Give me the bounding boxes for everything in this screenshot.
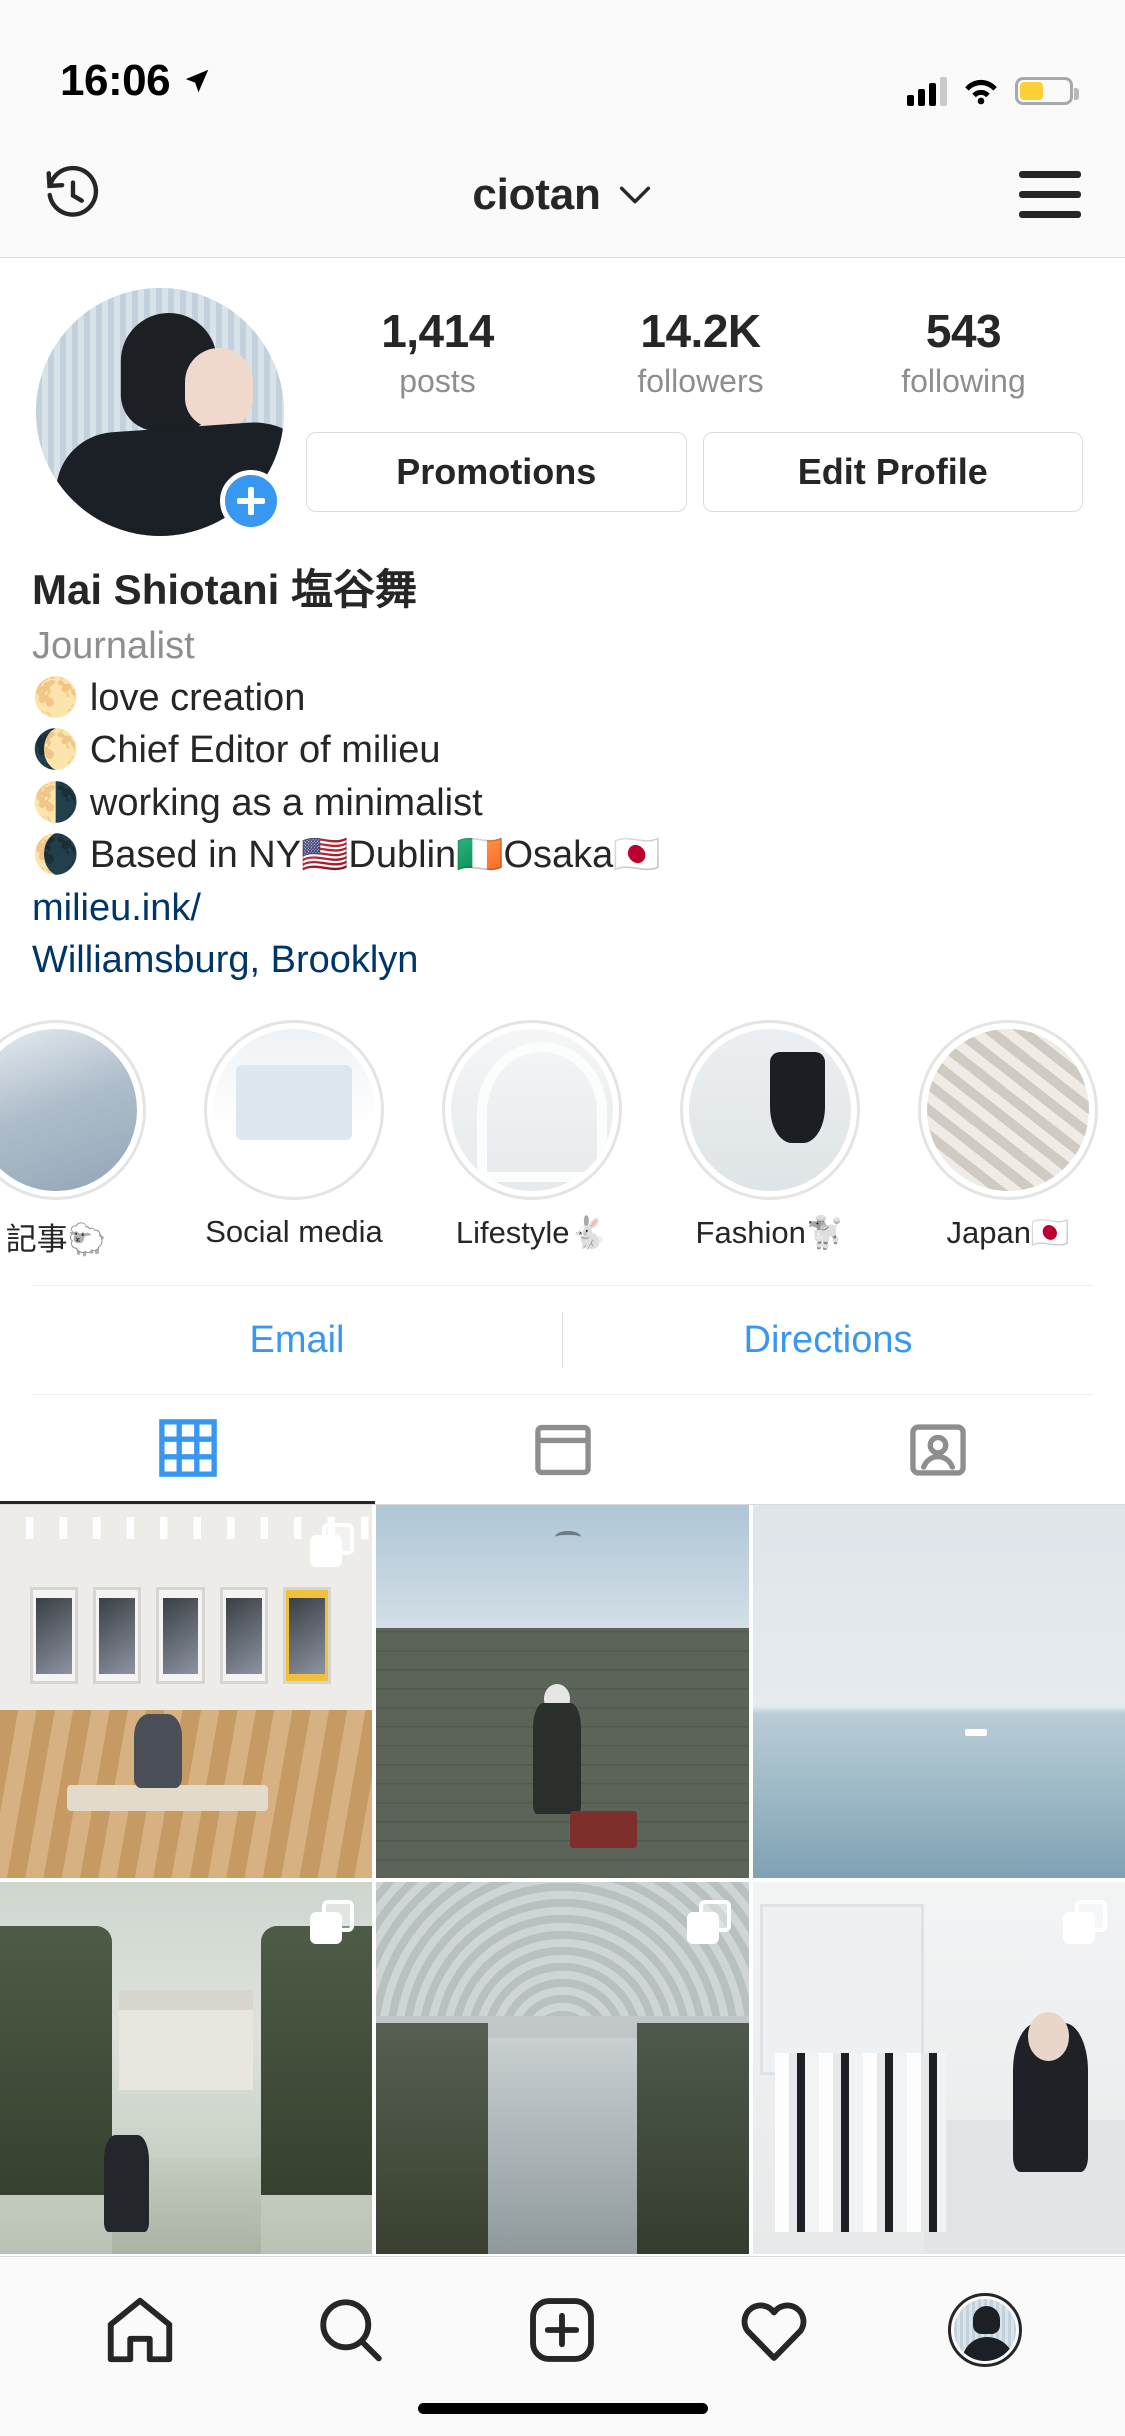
stat-following[interactable]: 543 following xyxy=(832,306,1095,400)
nav-header: ciotan xyxy=(0,132,1125,258)
highlight-label: Japan🇯🇵 xyxy=(946,1215,1070,1251)
profile-bio: Mai Shiotani 塩谷舞 Journalist 🌕 love creat… xyxy=(0,536,1125,986)
highlight-ring xyxy=(918,1020,1098,1201)
tab-grid[interactable] xyxy=(0,1395,375,1505)
directions-button[interactable]: Directions xyxy=(563,1319,1093,1362)
grid-icon xyxy=(158,1419,217,1478)
followers-count: 14.2K xyxy=(640,305,761,357)
avatar[interactable] xyxy=(36,288,284,536)
highlight-ring xyxy=(442,1020,622,1201)
highlight-label: Fashion🐩 xyxy=(695,1215,845,1251)
tab-list[interactable] xyxy=(375,1395,750,1504)
bio-line-2: 🌔 Chief Editor of milieu xyxy=(32,729,441,772)
highlight-label: Lifestyle🐇 xyxy=(455,1215,609,1251)
highlight-social-media[interactable]: Social media xyxy=(194,1020,394,1259)
multi-post-icon xyxy=(686,1899,731,1944)
wifi-icon xyxy=(965,79,997,105)
stat-followers[interactable]: 14.2K followers xyxy=(569,306,832,400)
multi-post-icon xyxy=(310,1523,355,1568)
nav-activity[interactable] xyxy=(719,2282,829,2378)
posts-count: 1,414 xyxy=(381,305,494,357)
display-name: Mai Shiotani 塩谷舞 xyxy=(32,566,418,613)
highlight-lifestyle[interactable]: Lifestyle🐇 xyxy=(432,1020,632,1259)
following-label: following xyxy=(901,362,1026,399)
status-bar: 16:06 xyxy=(0,0,1125,132)
location-arrow-icon xyxy=(185,69,209,93)
highlight-japan[interactable]: Japan🇯🇵 xyxy=(908,1020,1108,1259)
home-indicator xyxy=(417,2403,708,2414)
plus-square-icon xyxy=(530,2297,595,2362)
promotions-button[interactable]: Promotions xyxy=(306,431,687,512)
profile-stats: 1,414 posts 14.2K followers 543 followin… xyxy=(306,288,1095,400)
nav-home[interactable] xyxy=(85,2282,195,2378)
highlight-ring xyxy=(204,1020,384,1201)
highlight-cover xyxy=(0,1029,137,1192)
cellular-signal-icon xyxy=(907,76,947,106)
status-bar-right xyxy=(907,76,1079,106)
highlight-cover xyxy=(927,1029,1089,1192)
email-button[interactable]: Email xyxy=(32,1319,562,1362)
highlight-cover xyxy=(213,1029,375,1192)
heart-icon xyxy=(741,2302,807,2361)
chevron-down-icon xyxy=(619,186,650,203)
clock-history-icon[interactable] xyxy=(42,164,104,226)
instagram-profile-screen: 16:06 ciotan 1,414 posts 14.2K followers… xyxy=(0,0,1125,2436)
highlight-kiji[interactable]: 記事🐑 xyxy=(0,1020,156,1259)
posts-grid xyxy=(0,1505,1125,2255)
bio-line-1: 🌕 love creation xyxy=(32,676,306,719)
story-highlights[interactable]: 記事🐑 Social media Lifestyle🐇 Fashion🐩 Jap… xyxy=(0,986,1125,1259)
followers-label: followers xyxy=(637,362,764,399)
status-time: 16:06 xyxy=(60,56,171,105)
nav-profile[interactable] xyxy=(930,2282,1040,2378)
highlight-cover xyxy=(451,1029,613,1192)
bio-line-4: 🌘 Based in NY🇺🇸Dublin🇮🇪Osaka🇯🇵 xyxy=(32,834,661,877)
bio-line-3: 🌗 working as a minimalist xyxy=(32,781,483,824)
highlight-cover xyxy=(689,1029,851,1192)
profile-header-right: 1,414 posts 14.2K followers 543 followin… xyxy=(284,288,1095,512)
nav-search[interactable] xyxy=(296,2282,406,2378)
following-count: 543 xyxy=(925,305,1002,357)
posts-label: posts xyxy=(399,362,476,399)
status-bar-left: 16:06 xyxy=(60,56,212,106)
post-gallery-exhibition[interactable] xyxy=(0,1505,373,1878)
tab-tagged[interactable] xyxy=(750,1395,1125,1504)
stat-posts[interactable]: 1,414 posts xyxy=(306,306,569,400)
profile-avatar-icon xyxy=(948,2292,1023,2367)
post-man-on-wall[interactable] xyxy=(376,1505,749,1878)
post-garden-palace[interactable] xyxy=(0,1881,373,2255)
tagged-person-icon xyxy=(909,1424,966,1476)
edit-profile-button[interactable]: Edit Profile xyxy=(702,431,1083,512)
hamburger-menu-icon[interactable] xyxy=(1019,171,1081,218)
highlight-label: 記事🐑 xyxy=(5,1222,107,1258)
profile-category: Journalist xyxy=(32,624,195,667)
post-canal-path[interactable] xyxy=(376,1881,749,2255)
multi-post-icon xyxy=(1063,1899,1107,1944)
search-icon xyxy=(320,2298,382,2361)
profile-action-buttons: Promotions Edit Profile xyxy=(306,431,1095,512)
home-icon xyxy=(107,2297,172,2362)
nav-username: ciotan xyxy=(472,169,601,219)
profile-header: 1,414 posts 14.2K followers 543 followin… xyxy=(0,258,1125,536)
highlight-fashion[interactable]: Fashion🐩 xyxy=(670,1020,870,1259)
multi-post-icon xyxy=(310,1899,355,1944)
nav-new-post[interactable] xyxy=(507,2282,617,2378)
highlight-label: Social media xyxy=(205,1214,383,1250)
contact-actions: Email Directions xyxy=(32,1285,1093,1396)
website-link[interactable]: milieu.ink/ xyxy=(32,882,1093,934)
post-sea-horizon[interactable] xyxy=(752,1505,1125,1878)
list-view-icon xyxy=(534,1424,591,1475)
post-studio-interior[interactable] xyxy=(752,1881,1125,2255)
profile-username-dropdown[interactable]: ciotan xyxy=(472,170,650,220)
profile-tabs xyxy=(0,1395,1125,1506)
battery-low-power-icon xyxy=(1015,77,1079,105)
address-link[interactable]: Williamsburg, Brooklyn xyxy=(32,934,1093,986)
highlight-ring xyxy=(0,1020,146,1201)
add-story-button[interactable] xyxy=(220,470,282,532)
highlight-ring xyxy=(680,1020,860,1201)
